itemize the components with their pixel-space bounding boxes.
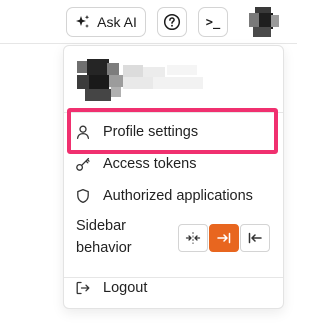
ask-ai-button[interactable]: Ask AI	[66, 7, 146, 37]
help-circle-icon	[163, 13, 181, 31]
key-icon	[75, 156, 91, 172]
logout-label: Logout	[103, 280, 148, 296]
user-menu-dropdown: Profile settings Access tokens Authorize…	[63, 45, 284, 309]
menu-item-label: Authorized applications	[103, 188, 253, 204]
shield-icon	[75, 188, 91, 204]
ask-ai-label: Ask AI	[97, 14, 137, 30]
terminal-icon: >_	[205, 15, 221, 29]
logout-row[interactable]: Logout	[63, 276, 284, 300]
help-button[interactable]	[157, 7, 187, 37]
collapse-to-left-icon	[247, 230, 263, 246]
sidebar-label-line1: Sidebar	[76, 218, 126, 234]
menu-item-authorized-applications[interactable]: Authorized applications	[64, 180, 283, 212]
sidebar-collapse-left-button[interactable]	[240, 224, 270, 252]
highlight-box	[67, 108, 278, 154]
terminal-button[interactable]: >_	[198, 7, 228, 37]
expand-horizontal-icon	[185, 230, 201, 246]
sidebar-expand-button[interactable]	[178, 224, 208, 252]
sidebar-label-line2: behavior	[76, 240, 132, 256]
menu-item-label: Access tokens	[103, 156, 197, 172]
top-bar: Ask AI >_	[0, 0, 297, 44]
user-info-avatar	[77, 59, 217, 103]
user-avatar-button[interactable]	[249, 7, 279, 37]
logout-icon	[75, 280, 91, 296]
sidebar-behavior-label: Sidebar behavior	[76, 215, 156, 259]
sparkles-icon	[75, 14, 91, 30]
collapse-to-right-icon	[216, 230, 232, 246]
sidebar-collapse-right-button[interactable]	[209, 224, 239, 252]
